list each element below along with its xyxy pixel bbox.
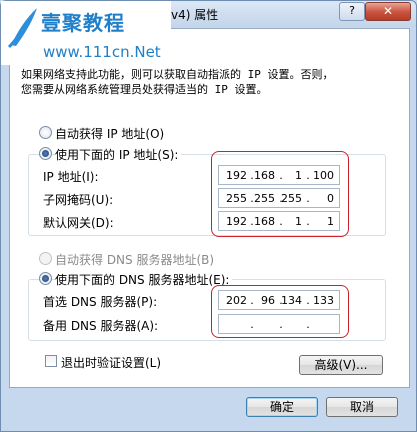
- window-title: v4) 属性: [171, 8, 219, 22]
- ok-button[interactable]: 确定: [246, 397, 318, 417]
- brush-icon: [7, 8, 37, 49]
- radio-manual-dns[interactable]: [39, 272, 52, 285]
- preferred-dns-label: 首选 DNS 服务器(P):: [43, 295, 158, 309]
- validate-checkbox[interactable]: [45, 355, 57, 367]
- radio-auto-ip[interactable]: [39, 126, 52, 139]
- radio-auto-dns[interactable]: [39, 252, 52, 265]
- help-button[interactable]: ?: [339, 2, 365, 21]
- auto-dns-label: 自动获得 DNS 服务器地址(B): [55, 253, 215, 267]
- close-button[interactable]: ✕: [365, 2, 411, 21]
- radio-manual-ip[interactable]: [39, 147, 52, 160]
- gateway-label: 默认网关(D):: [43, 216, 114, 230]
- cancel-button[interactable]: 取消: [326, 397, 398, 417]
- advanced-button[interactable]: 高级(V)...: [299, 355, 383, 375]
- alternate-dns-label: 备用 DNS 服务器(A):: [43, 319, 159, 333]
- dns-highlight-box: [211, 285, 349, 338]
- auto-ip-label: 自动获得 IP 地址(O): [55, 127, 165, 141]
- validate-label: 退出时验证设置(L): [61, 356, 162, 370]
- manual-dns-label: 使用下面的 DNS 服务器地址(E):: [55, 271, 233, 288]
- intro-text: 如果网络支持此功能，则可以获取自动指派的 IP 设置。否则， 您需要从网络系统管…: [21, 68, 334, 96]
- ip-address-label: IP 地址(I):: [43, 170, 99, 184]
- properties-window: v4) 属性 ? ✕ 壹聚教程 www.111cn.Net 如果网络支持此功能，…: [0, 0, 417, 432]
- watermark-url: www.111cn.Net: [43, 43, 161, 61]
- manual-ip-label: 使用下面的 IP 地址(S):: [55, 146, 182, 163]
- ip-highlight-box: [211, 151, 349, 237]
- watermark-logo: 壹聚教程 www.111cn.Net: [1, 1, 171, 65]
- watermark-name: 壹聚教程: [41, 11, 125, 35]
- subnet-mask-label: 子网掩码(U):: [43, 193, 114, 207]
